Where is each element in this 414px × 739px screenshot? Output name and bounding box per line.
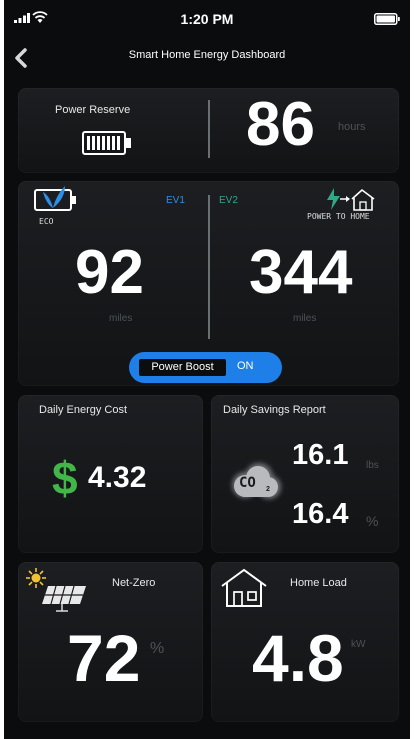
home-icon bbox=[221, 568, 267, 607]
daily-savings-card: Daily Savings Report CO 2 16.1 lbs 16.4 … bbox=[211, 395, 399, 553]
power-boost-label: Power Boost bbox=[139, 359, 226, 376]
co2-subscript: 2 bbox=[266, 486, 270, 493]
ev1-value: 92 bbox=[75, 238, 144, 307]
power-reserve-label: Power Reserve bbox=[55, 104, 131, 116]
home-load-value: 4.8 bbox=[252, 621, 344, 695]
co2-cloud-icon: CO 2 bbox=[225, 459, 287, 507]
co2-icon-text: CO bbox=[239, 475, 256, 491]
daily-energy-cost-label: Daily Energy Cost bbox=[39, 404, 128, 416]
reserve-divider bbox=[208, 100, 210, 158]
percent-savings-value: 16.4 bbox=[292, 498, 349, 530]
ev2-value: 344 bbox=[249, 238, 353, 307]
battery-status-icon bbox=[374, 13, 400, 25]
ev1-unit: miles bbox=[109, 313, 133, 324]
net-zero-unit: % bbox=[150, 640, 165, 657]
power-reserve-card: Power Reserve 86 hours bbox=[18, 88, 399, 173]
dollar-icon: $ bbox=[52, 452, 78, 504]
ev1-label: EV1 bbox=[166, 195, 185, 206]
battery-icon bbox=[82, 131, 131, 155]
home-load-card: Home Load 4.8 kW bbox=[211, 562, 399, 722]
nav-bar: Smart Home Energy Dashboard bbox=[4, 40, 410, 80]
net-zero-label: Net-Zero bbox=[112, 577, 156, 589]
status-bar: 1:20 PM bbox=[4, 0, 410, 40]
status-time: 1:20 PM bbox=[180, 11, 234, 27]
page-title: Smart Home Energy Dashboard bbox=[128, 49, 286, 61]
net-zero-value: 72 bbox=[67, 621, 141, 695]
reserve-value: 86 bbox=[246, 90, 315, 159]
co2-savings-value: 16.1 bbox=[292, 439, 349, 471]
eco-battery-icon bbox=[34, 186, 76, 211]
power-boost-state: ON bbox=[237, 360, 254, 372]
net-zero-card: Net-Zero 72 % bbox=[18, 562, 203, 722]
app-screen: 1:20 PM Smart Home Energy Dashboard Powe… bbox=[4, 0, 410, 739]
daily-energy-cost-value: 4.32 bbox=[88, 461, 147, 494]
percent-savings-unit: % bbox=[366, 513, 379, 529]
eco-label: ECO bbox=[39, 217, 54, 226]
solar-panel-icon bbox=[26, 568, 86, 612]
ev-divider bbox=[208, 195, 210, 339]
power-to-home-label: POWER TO HOME bbox=[307, 212, 370, 221]
co2-savings-unit: lbs bbox=[366, 460, 379, 471]
ev2-unit: miles bbox=[293, 313, 317, 324]
daily-energy-cost-card: Daily Energy Cost $ 4.32 bbox=[18, 395, 203, 553]
home-load-label: Home Load bbox=[290, 577, 347, 589]
power-boost-toggle[interactable]: Power Boost ON bbox=[129, 352, 282, 383]
home-load-unit: kW bbox=[351, 639, 366, 650]
ev2-label: EV2 bbox=[219, 195, 238, 206]
power-to-home-icon bbox=[327, 188, 375, 211]
reserve-unit: hours bbox=[338, 121, 366, 133]
daily-savings-label: Daily Savings Report bbox=[223, 404, 326, 416]
